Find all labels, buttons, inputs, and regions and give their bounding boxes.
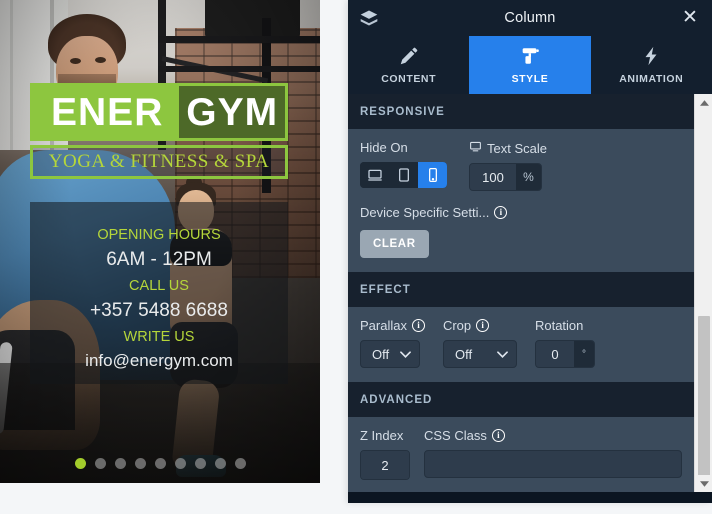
section-body-advanced: Z Index 2 CSS Class i xyxy=(348,417,694,494)
text-scale-label: Text Scale xyxy=(487,140,547,156)
parallax-label-row: Parallax i xyxy=(360,318,425,333)
section-header-effect[interactable]: EFFECT xyxy=(348,272,694,307)
opening-hours-value: 6AM - 12PM xyxy=(106,249,212,271)
rotation-field[interactable]: 0 ° xyxy=(534,340,595,368)
panel-scrollbar[interactable] xyxy=(694,94,712,492)
slider-dot[interactable] xyxy=(114,458,126,469)
contact-info-box: OPENING HOURS 6AM - 12PM CALL US +357 54… xyxy=(30,202,288,384)
panel-footer xyxy=(348,492,712,503)
opening-hours-label: OPENING HOURS xyxy=(97,227,221,243)
hide-on-desktop-button[interactable] xyxy=(360,162,389,188)
layers-icon[interactable] xyxy=(358,8,380,28)
style-settings-panel: Column ✕ CONTENT STYLE ANIMATION RESPONS… xyxy=(348,0,712,503)
panel-tabs: CONTENT STYLE ANIMATION xyxy=(348,36,712,94)
z-index-label: Z Index xyxy=(360,428,404,443)
slider-dot[interactable] xyxy=(174,458,186,469)
parallax-label: Parallax xyxy=(360,318,407,333)
slider-dot[interactable] xyxy=(154,458,166,469)
css-class-input[interactable] xyxy=(424,450,682,478)
rotation-label-row: Rotation xyxy=(535,318,595,333)
slider-pagination[interactable] xyxy=(0,458,320,469)
info-icon[interactable]: i xyxy=(476,319,490,332)
css-class-label: CSS Class xyxy=(424,428,487,443)
css-class-label-row: CSS Class i xyxy=(424,428,682,443)
rotation-unit: ° xyxy=(573,341,594,367)
tab-animation-label: ANIMATION xyxy=(619,73,684,85)
phone-number: +357 5488 6688 xyxy=(90,300,228,322)
section-header-responsive[interactable]: RESPONSIVE xyxy=(348,94,694,129)
text-scale-field[interactable]: 100 % xyxy=(469,163,542,191)
pencil-icon xyxy=(398,45,420,67)
z-index-value[interactable]: 2 xyxy=(361,451,409,479)
slider-preview[interactable]: ENER GYM YOGA & FITNESS & SPA OPENING HO… xyxy=(0,0,320,483)
hide-on-group: Hide On xyxy=(360,140,447,188)
section-body-effect: Parallax i Off Crop i Off Rotation 0 ° xyxy=(348,307,694,382)
logo-tagline: YOGA & FITNESS & SPA xyxy=(30,145,288,179)
text-scale-label-row: Text Scale xyxy=(469,140,547,156)
caret-down-icon[interactable] xyxy=(695,475,712,492)
panel-header: Column ✕ xyxy=(348,0,712,36)
info-icon[interactable]: i xyxy=(494,206,508,219)
slider-dot[interactable] xyxy=(214,458,226,469)
rotation-value[interactable]: 0 xyxy=(535,341,574,367)
z-index-field[interactable]: 2 xyxy=(360,450,410,480)
tab-style-label: STYLE xyxy=(511,73,549,85)
slider-dot[interactable] xyxy=(194,458,206,469)
paint-roller-icon xyxy=(519,45,541,67)
crop-value: Off xyxy=(454,346,473,362)
tab-content[interactable]: CONTENT xyxy=(348,36,469,94)
write-us-label: WRITE US xyxy=(123,328,195,345)
z-index-group: Z Index 2 xyxy=(360,428,410,480)
clear-button[interactable]: CLEAR xyxy=(360,230,429,258)
css-class-group: CSS Class i xyxy=(424,428,682,478)
page-title: Column xyxy=(504,10,556,26)
hide-on-tablet-button[interactable] xyxy=(389,162,418,188)
close-icon[interactable]: ✕ xyxy=(680,8,700,28)
tab-content-label: CONTENT xyxy=(381,73,437,85)
parallax-group: Parallax i Off xyxy=(360,318,425,368)
rotation-label: Rotation xyxy=(534,318,584,333)
call-us-label: CALL US xyxy=(129,277,189,294)
logo-word-primary: ENER xyxy=(51,90,164,134)
section-body-responsive: Hide On Text Scale 100 % Device Specific… xyxy=(348,129,694,272)
slider-dot[interactable] xyxy=(234,458,246,469)
scrollbar-thumb[interactable] xyxy=(698,316,710,476)
hide-on-mobile-button[interactable] xyxy=(418,162,447,188)
slider-dot[interactable] xyxy=(74,458,86,469)
text-scale-group: Text Scale 100 % xyxy=(469,140,547,191)
parallax-value: Off xyxy=(372,346,390,362)
crop-group: Crop i Off xyxy=(442,318,517,368)
chevron-down-icon xyxy=(497,350,508,358)
caret-up-icon[interactable] xyxy=(695,94,712,111)
text-scale-unit: % xyxy=(516,164,541,190)
slider-dot[interactable] xyxy=(94,458,106,469)
tab-animation[interactable]: ANIMATION xyxy=(591,36,712,94)
email-address: info@energym.com xyxy=(85,351,233,371)
lightning-bolt-icon xyxy=(640,45,662,67)
app-root: ENER GYM YOGA & FITNESS & SPA OPENING HO… xyxy=(0,0,712,514)
site-logo: ENER GYM YOGA & FITNESS & SPA xyxy=(30,83,288,179)
crop-select[interactable]: Off xyxy=(442,340,517,368)
parallax-select[interactable]: Off xyxy=(360,340,420,368)
slider-dot[interactable] xyxy=(134,458,146,469)
device-specific-settings-label-row: Device Specific Setti... i xyxy=(360,205,682,220)
panel-scroll-area: RESPONSIVE Hide On Text Scale 100 % Devi… xyxy=(348,94,694,494)
text-scale-value[interactable]: 100 xyxy=(470,164,516,190)
logo-word-secondary: GYM xyxy=(179,86,285,138)
monitor-icon xyxy=(469,140,482,156)
section-header-advanced[interactable]: ADVANCED xyxy=(348,382,694,417)
crop-label: Crop xyxy=(442,318,472,333)
chevron-down-icon xyxy=(400,350,411,358)
device-specific-settings-label: Device Specific Setti... xyxy=(360,205,490,220)
tab-style[interactable]: STYLE xyxy=(469,36,591,94)
hide-on-label: Hide On xyxy=(360,140,408,155)
crop-label-row: Crop i xyxy=(443,318,517,333)
rotation-group: Rotation 0 ° xyxy=(534,318,595,368)
info-icon[interactable]: i xyxy=(491,429,505,442)
info-icon[interactable]: i xyxy=(411,319,425,332)
